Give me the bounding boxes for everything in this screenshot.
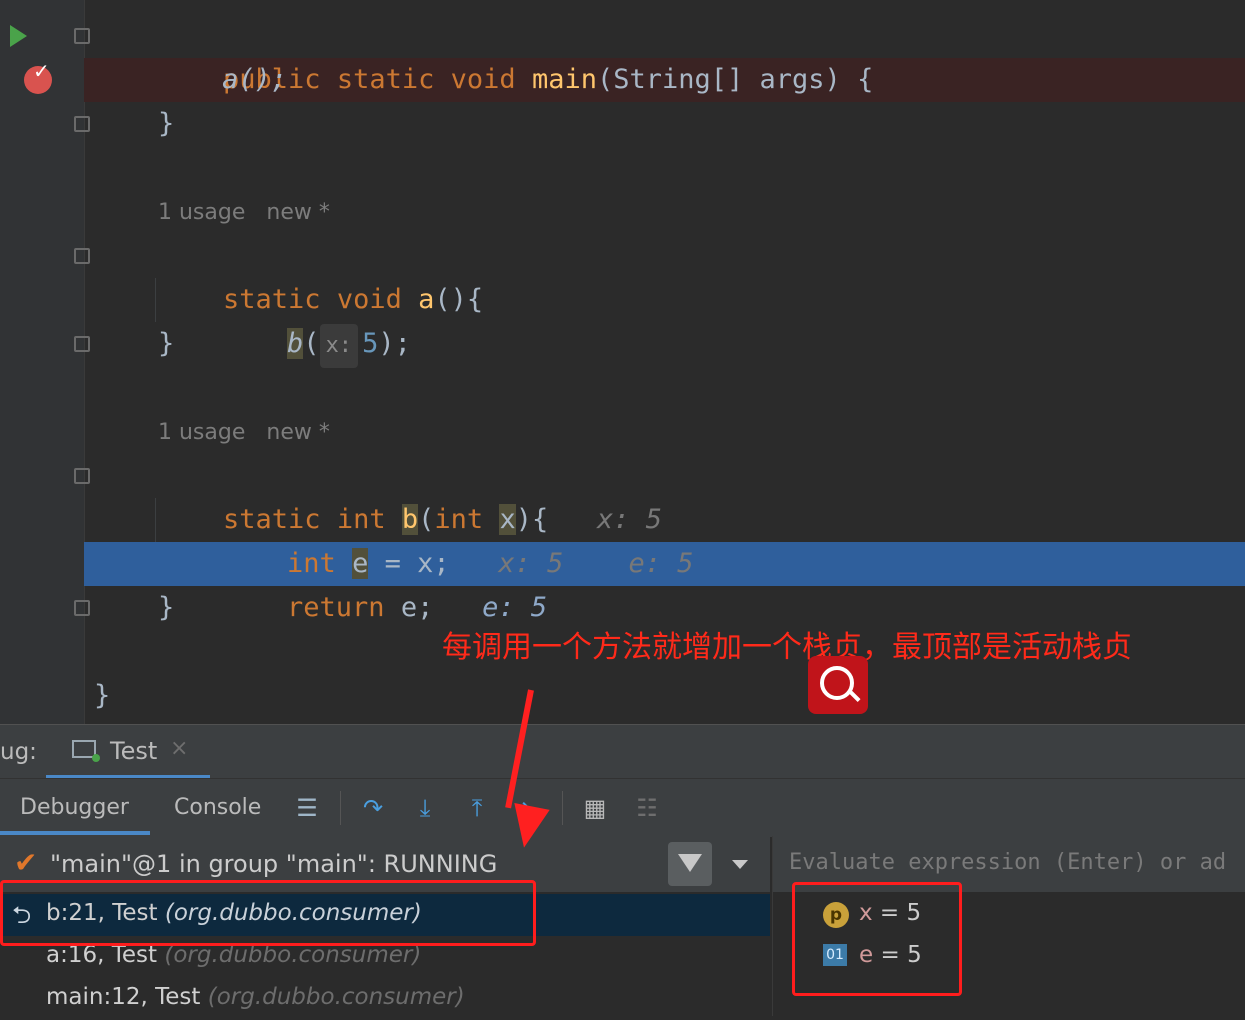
frame-row[interactable]: main:12, Test (org.dubbo.consumer)	[0, 978, 770, 1020]
code-line: a();	[222, 64, 288, 95]
inline-value: e: 5	[628, 548, 694, 579]
session-icon	[72, 740, 100, 762]
usage-hint[interactable]: 1 usage new *	[158, 200, 330, 225]
code-brace: }	[158, 592, 175, 623]
code-line: b(x: 5);	[222, 278, 411, 412]
fold-icon[interactable]	[74, 248, 90, 264]
code-brace: }	[94, 680, 111, 711]
step-out-icon[interactable]: ⤒	[462, 793, 492, 823]
debug-toolbar: Debugger Console ☰ ↷ ⤓ ⤒ ↘ ▦ ☷	[0, 778, 1245, 837]
run-icon[interactable]	[10, 25, 27, 47]
annotation-text: 每调用一个方法就增加一个栈贞，最顶部是活动栈贞	[442, 630, 1132, 665]
fold-icon[interactable]	[74, 336, 90, 352]
layout-icon[interactable]: ☰	[292, 793, 322, 823]
trace-icon[interactable]: ☷	[632, 793, 662, 823]
inline-value: e: 5	[482, 592, 548, 623]
code-brace: }	[158, 108, 175, 139]
filter-icon[interactable]	[668, 842, 712, 886]
step-over-icon[interactable]: ↷	[358, 793, 388, 823]
check-icon: ✔	[14, 846, 38, 879]
fold-icon[interactable]	[74, 600, 90, 616]
fold-icon[interactable]	[74, 468, 90, 484]
fold-icon[interactable]	[74, 28, 90, 44]
highlight-box-frame	[0, 880, 536, 946]
usage-hint[interactable]: 1 usage new *	[158, 420, 330, 445]
calculator-icon[interactable]: ▦	[580, 793, 610, 823]
chevron-down-icon[interactable]	[732, 860, 748, 869]
tab-test-session[interactable]: Test ×	[46, 725, 210, 779]
search-icon[interactable]	[808, 656, 868, 714]
debug-tool-header: ug: Test ×	[0, 724, 1245, 779]
highlight-box-variables	[792, 882, 962, 996]
breakpoint-icon[interactable]	[24, 59, 52, 94]
editor-gutter[interactable]	[0, 0, 85, 724]
tab-debugger[interactable]: Debugger	[20, 795, 129, 820]
code-brace: }	[158, 328, 175, 359]
fold-icon[interactable]	[74, 116, 90, 132]
step-into-icon[interactable]: ⤓	[410, 793, 440, 823]
close-icon[interactable]: ×	[170, 736, 188, 761]
tab-console[interactable]: Console	[174, 795, 261, 820]
parameter-hint: x:	[319, 324, 359, 368]
code-editor[interactable]: public static void main(String[] args) {…	[0, 0, 1245, 724]
debug-label: ug:	[0, 739, 37, 765]
